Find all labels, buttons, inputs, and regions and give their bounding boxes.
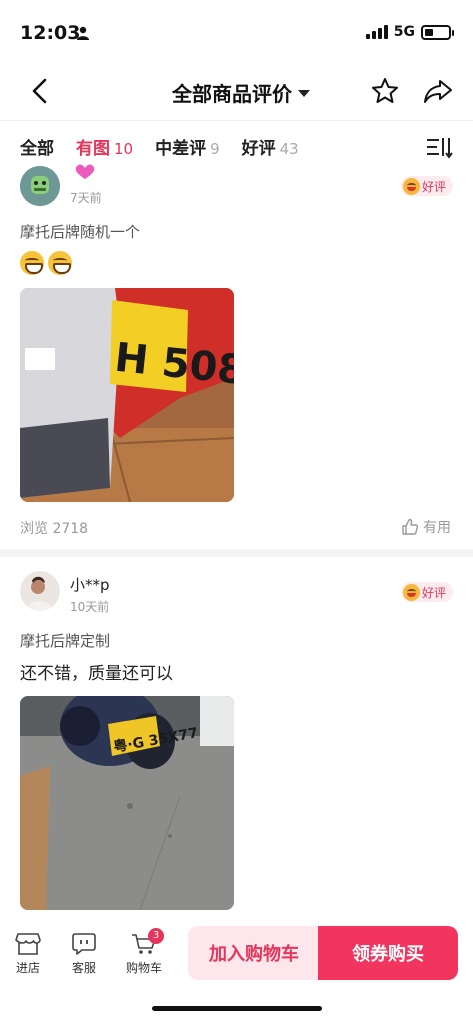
back-arrow-icon[interactable] [26, 76, 56, 106]
review-card: 小**p 10天前 好评 摩托后牌定制 还不错，质量还可以 粤·G 35X77 [0, 557, 473, 917]
person-icon [77, 26, 89, 40]
grin-emoji-icon [20, 251, 44, 275]
tab-count: 9 [210, 140, 220, 158]
review-photo[interactable]: 粤·G 35X77 [20, 696, 234, 910]
tab-label: 好评 [241, 139, 276, 159]
rating-label: 好评 [421, 179, 446, 194]
shop-label: 进店 [15, 961, 40, 975]
avatar[interactable] [20, 571, 60, 611]
tab-with-images[interactable]: 有图 10 [76, 134, 133, 159]
like-label: 有用 [423, 520, 451, 536]
tab-positive[interactable]: 好评 43 [242, 134, 299, 159]
add-to-cart-button[interactable]: 加入购物车 [188, 926, 320, 980]
product-spec: 摩托后牌随机一个 [20, 223, 141, 241]
tab-negative[interactable]: 中差评 9 [155, 134, 220, 159]
shop-button[interactable]: 进店 [3, 932, 53, 976]
caret-down-icon [298, 90, 310, 97]
avatar[interactable] [20, 166, 60, 206]
rating-badge: 好评 [400, 176, 453, 196]
tab-label: 全部 [20, 139, 54, 159]
thumbs-up-icon [402, 518, 419, 535]
rating-badge: 好评 [400, 582, 453, 602]
tab-label: 中差评 [155, 139, 207, 159]
page-title: 全部商品评价 [172, 82, 292, 106]
smile-icon [402, 583, 420, 601]
customer-service-button[interactable]: 客服 [59, 932, 109, 976]
review-filter-tabs: 全部 有图 10 中差评 9 好评 43 [0, 120, 473, 172]
tab-count: 43 [279, 140, 299, 158]
grin-emoji-icon [48, 251, 72, 275]
review-text: 还不错，质量还可以 [20, 664, 173, 684]
cart-label: 购物车 [125, 961, 162, 975]
cart-button[interactable]: 购物车 3 [119, 928, 169, 976]
review-time: 7天前 [70, 191, 102, 205]
like-button[interactable]: 有用 [401, 517, 451, 537]
tab-all[interactable]: 全部 [20, 134, 54, 159]
view-count: 浏览 2718 [20, 521, 89, 537]
tab-count: 10 [114, 140, 134, 158]
divider [0, 549, 473, 557]
rating-label: 好评 [421, 585, 446, 600]
store-icon [15, 933, 41, 955]
signal-icon [365, 25, 388, 39]
status-time: 12:03 [20, 22, 81, 44]
service-label: 客服 [71, 961, 96, 975]
network-type: 5G [393, 24, 415, 40]
battery-icon [421, 24, 454, 40]
coupon-buy-button[interactable]: 领券购买 [318, 926, 458, 980]
review-photo[interactable]: H 508 [20, 288, 234, 502]
home-indicator[interactable] [152, 1006, 322, 1011]
page-title-dropdown[interactable]: 全部商品评价 [172, 78, 310, 107]
status-bar: 12:03 5G [0, 0, 473, 64]
chat-icon [72, 933, 96, 955]
review-time: 10天前 [70, 600, 110, 614]
tab-label: 有图 [76, 139, 110, 159]
product-spec: 摩托后牌定制 [20, 632, 111, 650]
cart-count-badge: 3 [148, 928, 164, 944]
reviewer-name: 小**p [70, 576, 110, 594]
share-icon[interactable] [422, 76, 454, 106]
emoji-row [20, 251, 72, 275]
review-card: 7天前 好评 摩托后牌随机一个 H 508 浏览 2718 有用 [0, 164, 473, 552]
header: 全部商品评价 [0, 64, 473, 120]
sort-filter-icon[interactable] [425, 135, 453, 159]
smile-icon [402, 177, 420, 195]
star-icon[interactable] [370, 76, 400, 106]
heart-icon [75, 164, 95, 179]
